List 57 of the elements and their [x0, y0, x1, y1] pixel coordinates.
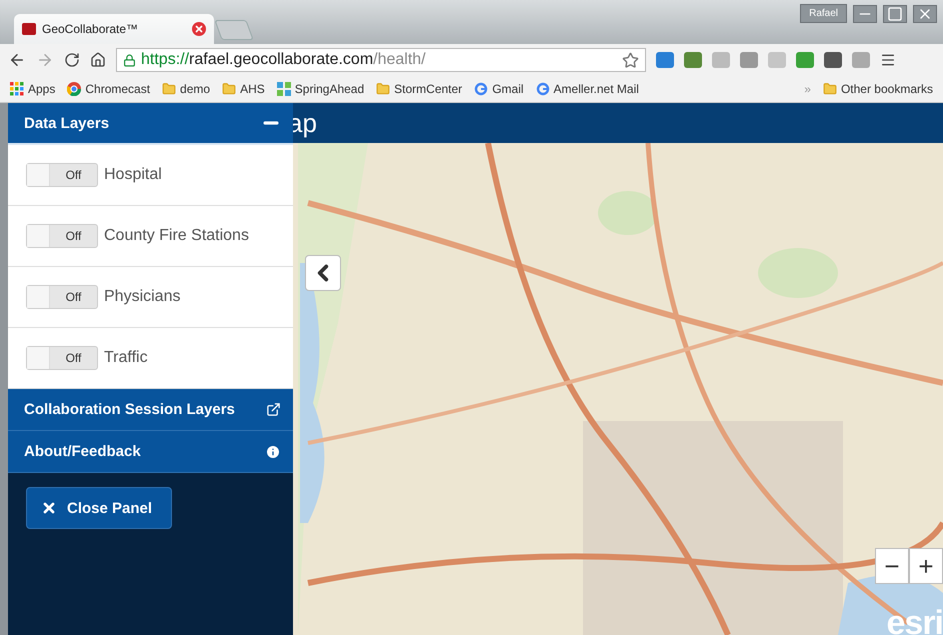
section-header[interactable]: About/Feedback — [8, 431, 293, 473]
folder-icon — [162, 82, 176, 96]
bookmark-link[interactable]: Ameller.net Mail — [536, 82, 639, 96]
collapse-panel-button[interactable] — [305, 255, 341, 291]
bookmark-link[interactable]: StormCenter — [376, 82, 462, 96]
layer-label: County Fire Stations — [104, 227, 249, 245]
bookmark-link[interactable]: Apps — [10, 82, 56, 96]
zoom-out-button[interactable]: − — [875, 548, 909, 584]
back-icon[interactable] — [8, 51, 26, 69]
close-icon[interactable] — [913, 4, 937, 22]
bookmark-link[interactable]: SpringAhead — [276, 82, 364, 96]
chrome-icon — [67, 82, 82, 96]
folder-icon — [822, 82, 837, 96]
layer-label: Hospital — [104, 166, 162, 184]
bookmark-link[interactable]: AHS — [222, 82, 265, 96]
toggle-switch[interactable]: Off — [26, 224, 98, 248]
extension-icon[interactable] — [684, 52, 702, 68]
google-icon — [536, 82, 550, 96]
folder-icon — [376, 82, 390, 96]
share-icon[interactable] — [266, 402, 281, 417]
grid-icon — [276, 82, 291, 96]
folder-icon — [222, 82, 236, 96]
layer-label: Traffic — [104, 349, 148, 367]
home-icon[interactable] — [90, 52, 106, 68]
browser-tab[interactable]: GeoCollaborate™ — [14, 14, 214, 44]
map-attribution: esri — [886, 604, 943, 635]
address-bar[interactable]: https://rafael.geocollaborate.com/health/ — [116, 48, 646, 72]
star-icon[interactable] — [622, 52, 639, 68]
extension-icon[interactable] — [656, 52, 674, 68]
section-title: About/Feedback — [24, 443, 141, 460]
bookmark-link[interactable]: Chromecast — [67, 82, 150, 96]
toggle-switch[interactable]: Off — [26, 346, 98, 370]
extension-icon[interactable] — [824, 52, 842, 68]
section-title: Data Layers — [24, 114, 110, 132]
bookmark-link[interactable]: demo — [162, 82, 210, 96]
section-header[interactable]: Data Layers — [8, 103, 293, 145]
minimize-icon[interactable] — [853, 4, 877, 22]
section-header[interactable]: Collaboration Session Layers — [8, 389, 293, 431]
layer-label: Physicians — [104, 288, 180, 306]
menu-icon[interactable] — [880, 52, 896, 68]
google-icon — [474, 82, 488, 96]
reload-icon[interactable] — [64, 52, 80, 68]
section-title: Collaboration Session Layers — [24, 401, 235, 418]
info-icon[interactable] — [265, 444, 281, 460]
toggle-switch[interactable]: Off — [26, 285, 98, 309]
bookmark-link[interactable]: Gmail — [474, 82, 524, 96]
maximize-icon[interactable] — [883, 4, 907, 22]
close-tab-icon[interactable] — [192, 22, 206, 36]
bookmark-link[interactable]: Other bookmarks — [822, 82, 933, 96]
lock-icon — [123, 54, 136, 66]
favicon-icon — [22, 23, 36, 35]
toggle-switch[interactable]: Off — [26, 163, 98, 187]
zoom-in-button[interactable]: + — [909, 548, 943, 584]
apps-icon — [10, 82, 24, 96]
close-panel-button[interactable]: Close Panel — [26, 487, 172, 529]
close-icon — [41, 500, 57, 516]
url-text: https://rafael.geocollaborate.com/health/ — [141, 51, 427, 69]
